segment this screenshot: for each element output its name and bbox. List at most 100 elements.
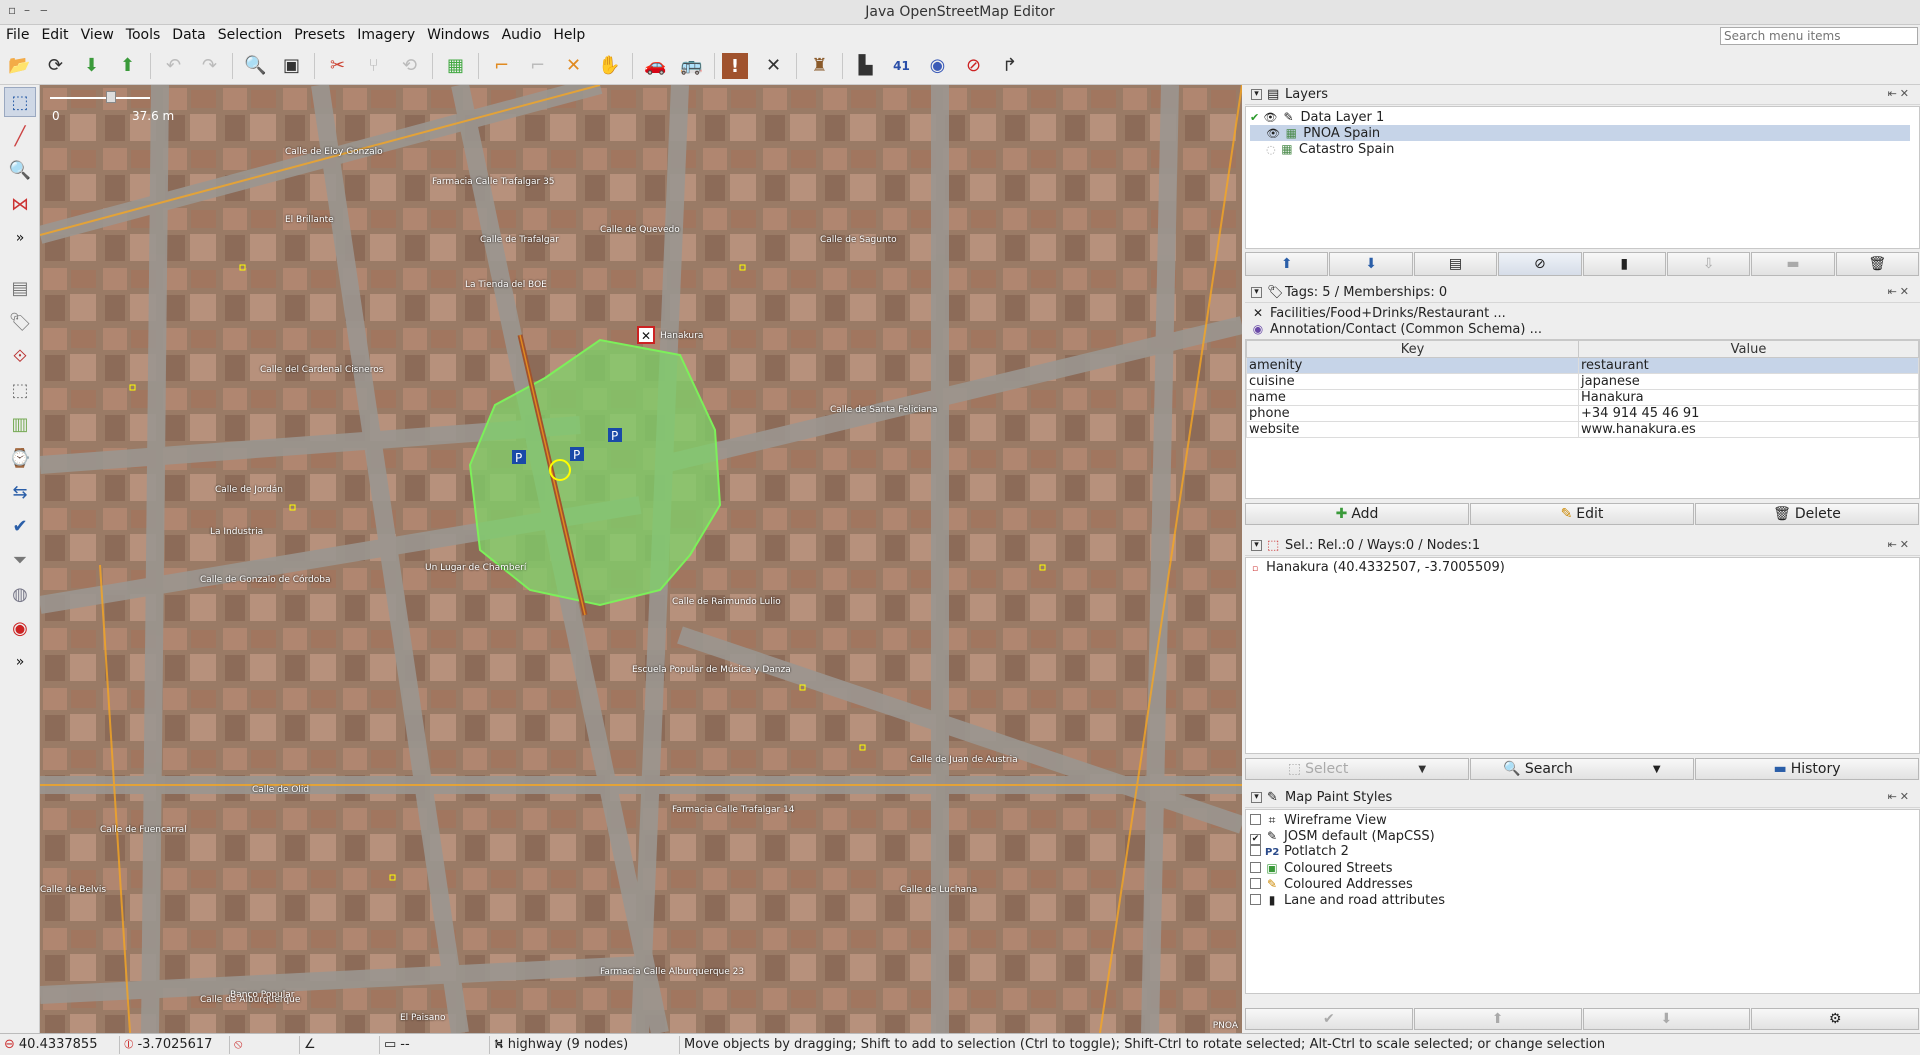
tag-value[interactable]: www.hanakura.es [1578,421,1919,438]
tags-panel-header[interactable]: ▾ 🏷 Tags: 5 / Memberships: 0 ⇤✕ [1245,283,1920,303]
style-row[interactable]: P2 Potlatch 2 [1250,844,1349,860]
selection-item[interactable]: ▫ Hanakura (40.4332507, -3.7005509) [1252,560,1505,576]
undo-icon[interactable]: ↶ [158,50,189,81]
style-row[interactable]: ⌗ Wireframe View [1250,812,1387,828]
layer-row[interactable]: 👁 ▦ PNOA Spain [1250,125,1910,141]
key-column-header[interactable]: Key [1246,340,1579,358]
hand-icon[interactable]: ✋ [594,50,625,81]
styles-panel-header[interactable]: ▾ ✎ Map Paint Styles ⇤✕ [1245,788,1920,808]
menu-imagery[interactable]: Imagery [351,25,421,45]
tag-value[interactable]: restaurant [1578,357,1919,374]
map-paint-icon[interactable]: ⇆ [4,477,36,507]
value-column-header[interactable]: Value [1578,340,1919,358]
style-up-button[interactable]: ⬆ [1413,1008,1582,1030]
reload-icon[interactable]: ⟳ [40,50,71,81]
tag-value[interactable]: Hanakura [1578,389,1919,406]
menu-presets[interactable]: Presets [288,25,351,45]
style-down-button[interactable]: ⬇ [1582,1008,1751,1030]
tag-row[interactable]: website www.hanakura.es [1246,421,1919,438]
tag-value[interactable]: +34 914 45 46 91 [1578,405,1919,422]
validation-icon[interactable]: ✔ [4,511,36,541]
improve-way-icon[interactable]: ⋈ [4,189,36,219]
menu-windows[interactable]: Windows [421,25,496,45]
zoom-preferences-icon[interactable]: 🔍 [240,50,271,81]
history-icon[interactable]: ⌚ [4,443,36,473]
download-icon[interactable]: ⬇ [76,50,107,81]
tags-toggle-icon[interactable]: 🏷 [4,307,36,337]
map-view[interactable]: P P P ✕ 0 37.6 m Calle de Eloy Gonzalo C… [40,85,1242,1033]
castle-icon[interactable]: ♜ [804,50,835,81]
layer-icon[interactable]: ▦ [440,50,471,81]
visibility-icon[interactable]: 👁 [1266,127,1280,140]
tag-row[interactable]: phone +34 914 45 46 91 [1246,405,1919,422]
preset-link[interactable]: ◉ Annotation/Contact (Common Schema) ... [1251,321,1542,337]
panel-controls-icon[interactable]: ⇤✕ [1888,538,1912,551]
menu-tools[interactable]: Tools [120,25,167,45]
tag-value[interactable]: japanese [1578,373,1919,390]
search-button[interactable]: 🔍 Search ▼ [1470,758,1694,780]
tag-row[interactable]: name Hanakura [1246,389,1919,406]
tag-key[interactable]: website [1246,421,1579,438]
move-down-button[interactable]: ⬇ [1329,252,1413,276]
style-checkbox[interactable] [1250,845,1261,856]
relations-icon[interactable]: ⟐ [4,341,36,371]
preset-link[interactable]: ✕ Facilities/Food+Drinks/Restaurant ... [1251,305,1506,321]
menu-help[interactable]: Help [547,25,591,45]
dropdown-icon[interactable]: ▼ [1653,764,1661,775]
edit-tag-button[interactable]: ✎ Edit [1470,503,1694,525]
panel-controls-icon[interactable]: ⇤✕ [1888,87,1912,100]
styles-icon[interactable]: ◍ [4,579,36,609]
split-way-icon[interactable]: ✂ [322,50,353,81]
menu-view[interactable]: View [75,25,120,45]
collapse-icon[interactable]: ▾ [1251,792,1262,803]
style-checkbox[interactable] [1250,862,1261,873]
tag-row[interactable]: cuisine japanese [1246,373,1919,390]
style-checkbox[interactable] [1250,894,1261,905]
filter-icon[interactable]: ⏷ [4,545,36,575]
menu-search-input[interactable] [1720,27,1918,45]
warning-icon[interactable]: ! [722,53,748,79]
tag-key[interactable]: name [1246,389,1579,406]
car-icon[interactable]: 🚗 [640,50,671,81]
commands-icon[interactable]: ▥ [4,409,36,439]
layers-toggle-icon[interactable]: ▤ [4,273,36,303]
style-row[interactable]: ▣ Coloured Streets [1250,860,1393,876]
tag-row[interactable]: amenity restaurant [1246,357,1919,374]
redo-icon[interactable]: ↷ [194,50,225,81]
panel-controls-icon[interactable]: ⇤✕ [1888,790,1912,803]
collapse-icon[interactable]: ▾ [1251,89,1262,100]
style-checkbox[interactable] [1250,814,1261,825]
style-row[interactable]: ✎ Coloured Addresses [1250,876,1413,892]
activate-layer-button[interactable]: ▤ [1413,252,1498,276]
cut-icon[interactable]: ⌐ [522,50,553,81]
menu-audio[interactable]: Audio [496,25,548,45]
no-entry-icon[interactable]: ⊘ [958,50,989,81]
duplicate-button[interactable]: ▬ [1751,252,1835,276]
tag-key[interactable]: cuisine [1246,373,1579,390]
collapse-icon[interactable]: ▾ [1251,287,1262,298]
activate-style-button[interactable]: ✔ [1245,1008,1413,1030]
upload-icon[interactable]: ⬆ [112,50,143,81]
factory-icon[interactable]: ▙ [850,50,881,81]
globe-icon[interactable]: ◉ [922,50,953,81]
layer-row[interactable]: ◌ ▦ Catastro Spain [1250,141,1910,157]
tool-icon[interactable]: ✕ [558,50,589,81]
zoom-icon[interactable]: 🔍 [4,155,36,185]
opacity-button[interactable]: ▮ [1582,252,1666,276]
selection-list-icon[interactable]: ⬚ [4,375,36,405]
tag-key[interactable]: amenity [1246,357,1579,374]
menu-selection[interactable]: Selection [212,25,289,45]
show-hide-button[interactable]: ⊘ [1498,252,1582,276]
delete-layer-button[interactable]: 🗑 [1835,252,1919,276]
menu-edit[interactable]: Edit [35,25,74,45]
refresh-icon[interactable]: ⟲ [394,50,425,81]
tag-key[interactable]: phone [1246,405,1579,422]
bus-icon[interactable]: 🚌 [676,50,707,81]
style-preferences-button[interactable]: ⚙ [1751,1008,1919,1030]
ruler-icon[interactable]: ⌐ [486,50,517,81]
style-checkbox[interactable] [1250,878,1261,889]
combine-icon[interactable]: ⑂ [358,50,389,81]
layer-row[interactable]: ✔ 👁 ✎ Data Layer 1 [1250,109,1910,125]
more-icon[interactable]: » [4,647,36,677]
open-icon[interactable]: 📂 [4,50,35,81]
